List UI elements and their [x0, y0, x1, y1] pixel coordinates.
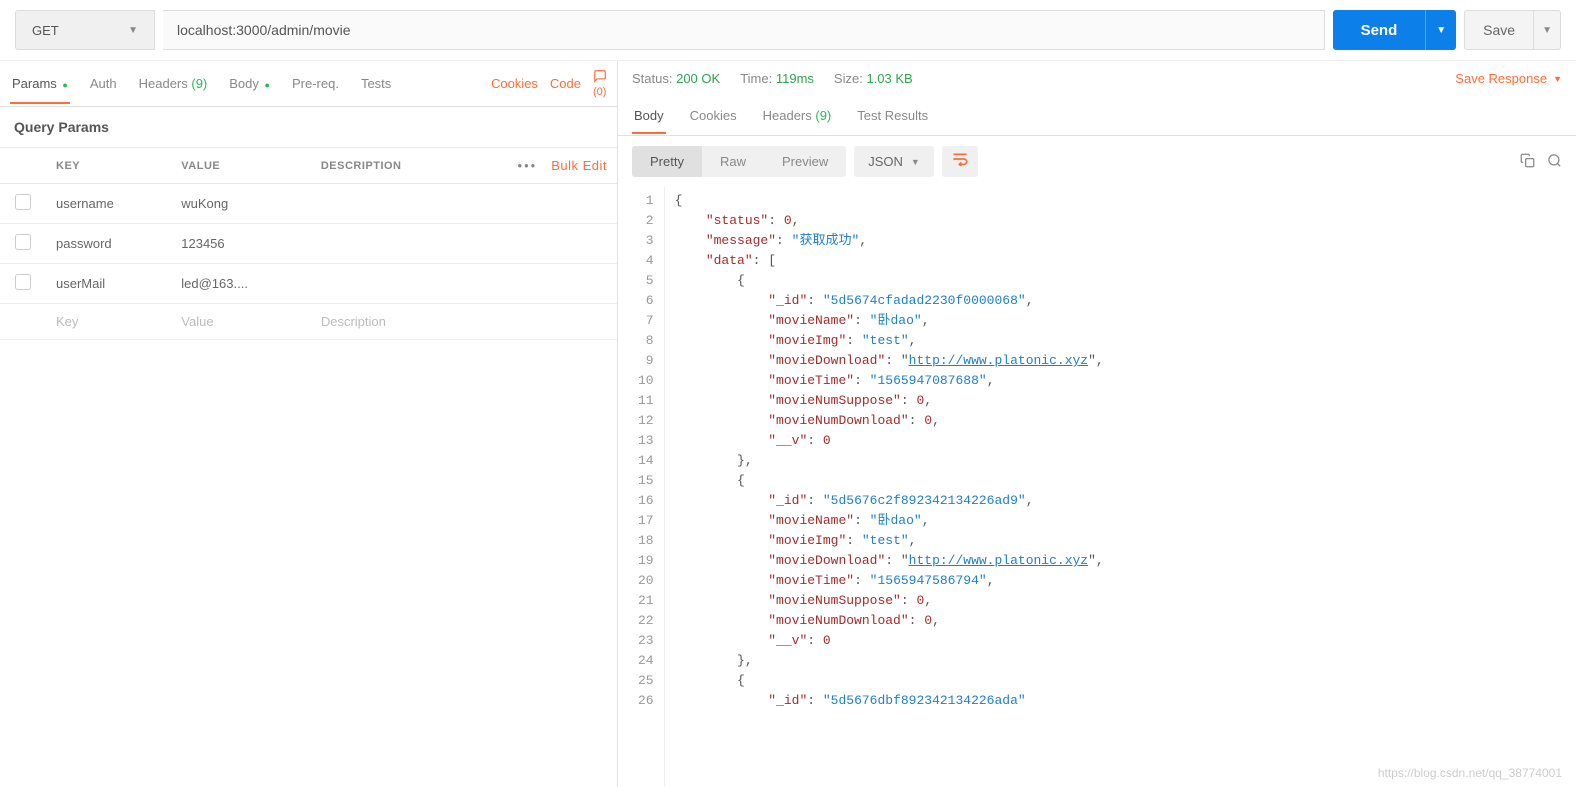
dot-indicator: ●: [62, 80, 67, 90]
cookies-link[interactable]: Cookies: [491, 76, 538, 91]
send-button[interactable]: Send: [1333, 10, 1426, 50]
url-input[interactable]: [163, 10, 1325, 50]
table-row: userMail led@163....: [0, 264, 617, 304]
param-value[interactable]: wuKong: [171, 184, 311, 224]
tab-auth[interactable]: Auth: [88, 64, 119, 103]
size-value: 1.03 KB: [866, 71, 912, 86]
save-dropdown[interactable]: ▼: [1534, 10, 1561, 50]
tab-params[interactable]: Params ●: [10, 64, 70, 103]
param-desc[interactable]: [311, 264, 617, 304]
view-bar: Pretty Raw Preview JSON ▼: [618, 136, 1576, 187]
response-tabs: Body Cookies Headers (9) Test Results: [618, 96, 1576, 136]
param-key[interactable]: password: [46, 224, 171, 264]
params-table: KEY VALUE DESCRIPTION ••• Bulk Edit use: [0, 148, 617, 340]
dot-indicator: ●: [265, 80, 270, 90]
format-select[interactable]: JSON ▼: [854, 146, 934, 177]
wrap-toggle[interactable]: [942, 146, 978, 177]
param-key[interactable]: username: [46, 184, 171, 224]
view-preview[interactable]: Preview: [764, 146, 846, 177]
resp-tab-body[interactable]: Body: [632, 98, 666, 133]
table-row-new: Key Value Description: [0, 304, 617, 340]
col-value: VALUE: [171, 148, 311, 184]
table-row: username wuKong: [0, 184, 617, 224]
more-icon[interactable]: •••: [518, 158, 538, 173]
response-body: 1234567891011121314151617181920212223242…: [618, 187, 1576, 787]
checkbox[interactable]: [15, 234, 31, 250]
tab-tests[interactable]: Tests: [359, 64, 393, 103]
method-value: GET: [32, 23, 59, 38]
param-key-input[interactable]: Key: [46, 304, 171, 340]
param-desc[interactable]: [311, 224, 617, 264]
param-value[interactable]: 123456: [171, 224, 311, 264]
tab-body[interactable]: Body ●: [227, 64, 272, 103]
save-button[interactable]: Save: [1464, 10, 1534, 50]
caret-down-icon: ▼: [128, 25, 138, 36]
status-label: Status:: [632, 71, 672, 86]
request-tabs: Params ● Auth Headers (9) Body ● Pre-req…: [0, 61, 617, 107]
query-params-title: Query Params: [14, 119, 109, 135]
bulk-edit-link[interactable]: Bulk Edit: [551, 158, 607, 173]
status-bar: Status: 200 OK Time: 119ms Size: 1.03 KB…: [618, 61, 1576, 96]
caret-down-icon: ▼: [1553, 74, 1562, 84]
param-value[interactable]: led@163....: [171, 264, 311, 304]
code-lines[interactable]: { "status": 0, "message": "获取成功", "data"…: [665, 187, 1576, 787]
param-desc[interactable]: [311, 184, 617, 224]
caret-down-icon: ▼: [911, 157, 920, 167]
response-pane: Status: 200 OK Time: 119ms Size: 1.03 KB…: [618, 61, 1576, 787]
code-link[interactable]: Code: [550, 76, 581, 91]
line-gutter: 1234567891011121314151617181920212223242…: [618, 187, 665, 787]
tab-headers[interactable]: Headers (9): [137, 64, 210, 103]
time-value: 119ms: [776, 71, 814, 86]
query-params-header: Query Params: [0, 107, 617, 148]
view-raw[interactable]: Raw: [702, 146, 764, 177]
resp-tab-cookies[interactable]: Cookies: [688, 98, 739, 133]
resp-tab-tests[interactable]: Test Results: [855, 98, 930, 133]
param-desc-input[interactable]: Description: [311, 304, 617, 340]
table-row: password 123456: [0, 224, 617, 264]
col-key: KEY: [46, 148, 171, 184]
send-dropdown[interactable]: ▼: [1425, 10, 1456, 50]
request-pane: Params ● Auth Headers (9) Body ● Pre-req…: [0, 61, 618, 787]
param-value-input[interactable]: Value: [171, 304, 311, 340]
save-response-link[interactable]: Save Response ▼: [1455, 71, 1562, 86]
col-desc: DESCRIPTION ••• Bulk Edit: [311, 148, 617, 184]
watermark: https://blog.csdn.net/qq_38774001: [1378, 766, 1562, 780]
view-pretty[interactable]: Pretty: [632, 146, 702, 177]
request-bar: GET ▼ Send ▼ Save ▼: [0, 0, 1576, 61]
tab-prereq[interactable]: Pre-req.: [290, 64, 341, 103]
checkbox[interactable]: [15, 274, 31, 290]
time-label: Time:: [740, 71, 772, 86]
comments-icon[interactable]: (0): [593, 69, 607, 98]
resp-tab-headers[interactable]: Headers (9): [761, 98, 834, 133]
search-icon[interactable]: [1547, 153, 1562, 171]
copy-icon[interactable]: [1520, 153, 1535, 171]
status-value: 200 OK: [676, 71, 720, 86]
param-key[interactable]: userMail: [46, 264, 171, 304]
size-label: Size:: [834, 71, 863, 86]
method-select[interactable]: GET ▼: [15, 10, 155, 50]
checkbox[interactable]: [15, 194, 31, 210]
